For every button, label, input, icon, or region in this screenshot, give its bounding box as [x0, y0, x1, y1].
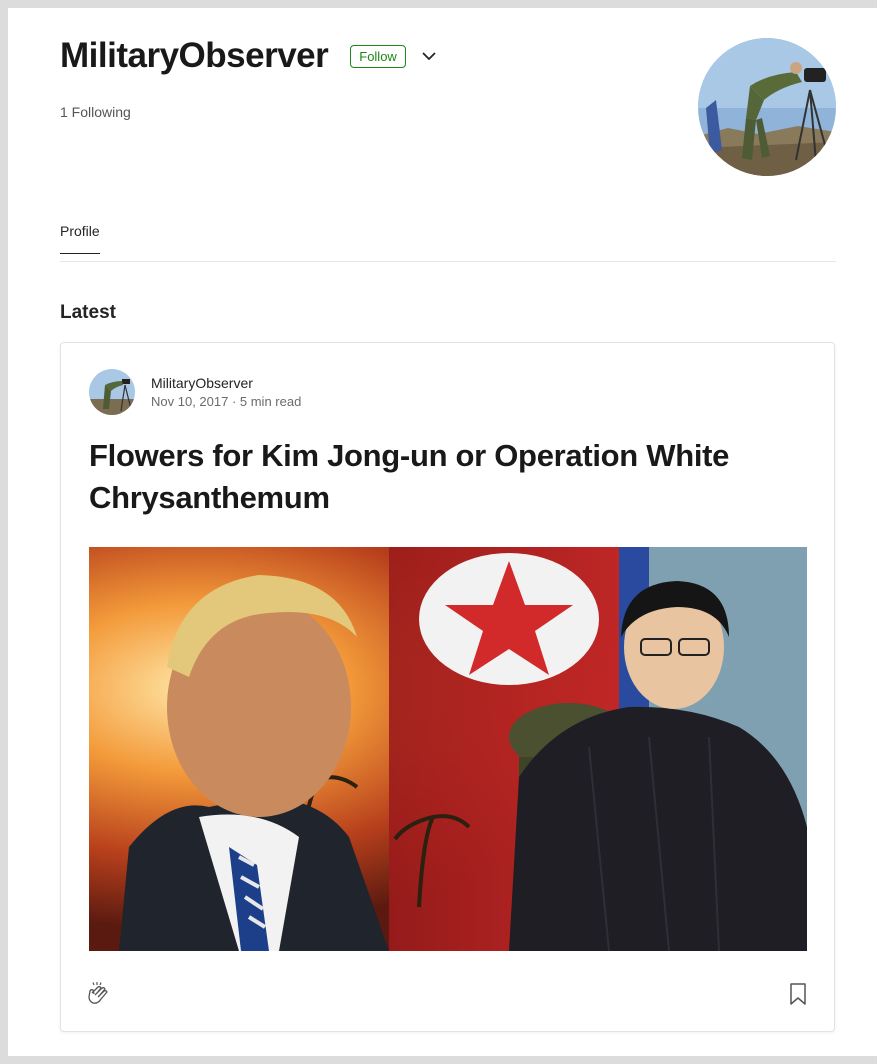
latest-heading: Latest — [60, 302, 116, 323]
profile-tabs: Profile — [60, 222, 836, 262]
profile-page: MilitaryObserver Follow 1 Following Prof… — [8, 8, 877, 1056]
post-title[interactable]: Flowers for Kim Jong-un or Operation Whi… — [89, 435, 789, 519]
post-author-row: MilitaryObserver Nov 10, 2017 · 5 min re… — [89, 369, 301, 415]
author-info: MilitaryObserver Nov 10, 2017 · 5 min re… — [151, 375, 301, 409]
post-card[interactable]: MilitaryObserver Nov 10, 2017 · 5 min re… — [60, 342, 835, 1032]
author-avatar[interactable] — [89, 369, 135, 415]
post-meta: Nov 10, 2017 · 5 min read — [151, 394, 302, 409]
chevron-down-icon[interactable] — [420, 47, 438, 65]
bookmark-icon[interactable] — [787, 981, 809, 1007]
post-hero-image[interactable] — [89, 547, 807, 951]
profile-name: MilitaryObserver — [60, 36, 329, 75]
profile-avatar — [698, 38, 836, 176]
tab-profile[interactable]: Profile — [60, 223, 100, 254]
clap-icon[interactable] — [83, 979, 113, 1009]
follow-button[interactable]: Follow — [350, 44, 406, 68]
author-name[interactable]: MilitaryObserver — [151, 375, 301, 391]
